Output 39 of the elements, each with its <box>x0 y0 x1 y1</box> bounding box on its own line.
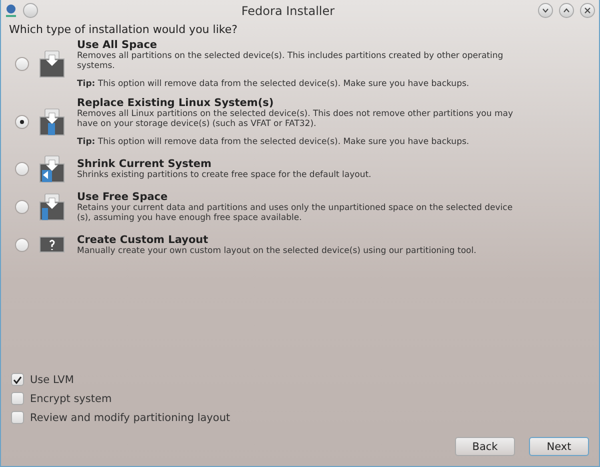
option-tip: Tip: This option will remove data from the selected device(s). Make sure you have backups. <box>77 137 470 147</box>
chevron-down-icon <box>542 8 549 13</box>
checkbox-label: Review and modify partitioning layout <box>30 412 230 424</box>
option-title: Create Custom Layout <box>77 234 210 246</box>
chevron-up-icon <box>563 8 570 13</box>
disk-icon <box>39 193 65 221</box>
default-button[interactable]: Next <box>529 437 589 456</box>
checkbox[interactable] <box>11 411 24 424</box>
disk-icon <box>39 155 65 183</box>
question-text: Which type of installation would you like? <box>9 23 238 36</box>
checkbox[interactable] <box>11 392 24 405</box>
option-description: Shrinks existing partitions to create free space for the default layout. <box>77 170 372 180</box>
close-button[interactable] <box>580 3 595 18</box>
option-description: Manually create your own custom layout on the selected device(s) using our partitioning tool. <box>77 246 478 256</box>
checkbox-label: Use LVM <box>30 374 74 386</box>
option-title: Use All Space <box>77 39 158 51</box>
minimize-button[interactable] <box>538 3 553 18</box>
app-icon <box>5 4 17 17</box>
option-description: Retains your current data and partitions and uses only the unpartitioned space on the selected device (s), assuming you have enough free space available. <box>77 203 514 223</box>
button[interactable]: Back <box>455 437 515 456</box>
window-title: Fedora Installer <box>240 4 336 18</box>
radio-button[interactable] <box>15 57 29 71</box>
radio-button[interactable] <box>15 238 29 252</box>
maximize-button[interactable] <box>559 3 574 18</box>
option-description: Removes all Linux partitions on the selected device(s). This does not remove other partitions you may have on your storage device(s) (such as VFAT or FAT32). <box>77 109 514 129</box>
option-tip: Tip: This option will remove data from the selected device(s). Make sure you have backups. <box>77 79 470 89</box>
disk-icon <box>39 108 65 136</box>
radio-button[interactable] <box>15 162 29 176</box>
checkbox-label: Encrypt system <box>30 392 112 404</box>
disk-icon <box>39 50 65 78</box>
close-icon <box>584 7 591 14</box>
radio-button[interactable] <box>15 115 29 129</box>
option-description: Removes all partitions on the selected device(s). This includes partitions created by other operating systems. <box>77 51 504 71</box>
checkbox[interactable] <box>11 373 24 386</box>
option-title: Replace Existing Linux System(s) <box>77 97 275 109</box>
option-title: Use Free Space <box>77 191 169 203</box>
menu-button[interactable] <box>23 3 38 18</box>
radio-button[interactable] <box>15 200 29 214</box>
option-title: Shrink Current System <box>77 158 212 170</box>
